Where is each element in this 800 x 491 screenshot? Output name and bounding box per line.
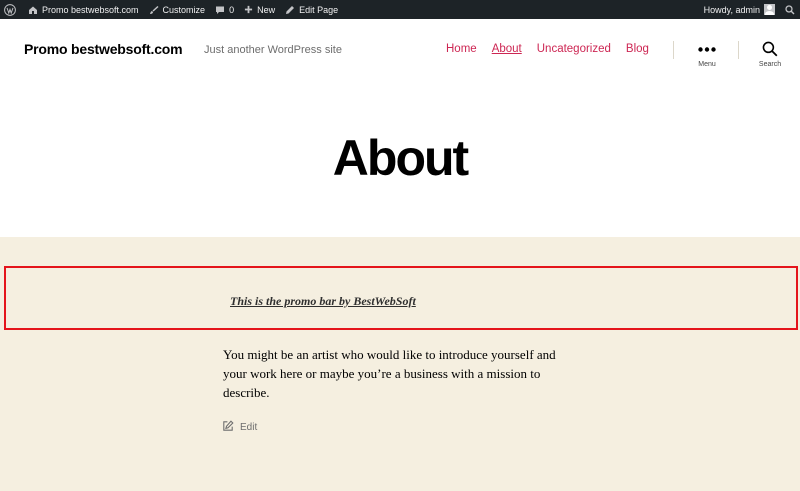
comments-count: 0 [229, 4, 235, 15]
primary-nav: Home About Uncategorized Blog [446, 43, 664, 55]
site-header: Promo bestwebsoft.com Just another WordP… [0, 19, 800, 237]
menu-label: Menu [698, 61, 716, 68]
comment-icon [215, 5, 225, 15]
my-account-link[interactable]: Howdy, admin [699, 0, 780, 19]
home-icon [28, 5, 38, 15]
edit-page-label: Edit Page [299, 4, 339, 15]
page-title: About [332, 130, 469, 186]
ellipsis-icon [698, 41, 716, 57]
header-divider [738, 41, 739, 59]
header-divider [673, 41, 674, 59]
new-label: New [257, 4, 276, 15]
promo-link[interactable]: This is the promo bar by BestWebSoft [230, 294, 416, 309]
edit-label: Edit [240, 422, 258, 433]
wordpress-menu[interactable] [0, 0, 23, 19]
pencil-icon [285, 5, 295, 15]
site-description: Just another WordPress site [204, 44, 342, 56]
plus-icon [244, 5, 253, 14]
customize-label: Customize [162, 4, 206, 15]
menu-toggle[interactable]: Menu [694, 41, 720, 68]
nav-blog[interactable]: Blog [626, 43, 649, 55]
howdy-label: Howdy, admin [703, 4, 760, 15]
nav-about[interactable]: About [492, 43, 522, 55]
site-name-label: Promo bestwebsoft.com [42, 4, 139, 15]
nav-uncategorized[interactable]: Uncategorized [537, 43, 611, 55]
new-content-link[interactable]: New [239, 0, 280, 19]
search-label: Search [758, 61, 782, 68]
promo-bar: This is the promo bar by BestWebSoft [4, 266, 798, 330]
avatar [764, 4, 775, 15]
edit-page-link[interactable]: Edit Page [280, 0, 343, 19]
admin-search-button[interactable] [780, 0, 800, 19]
search-icon [785, 4, 795, 15]
search-icon [762, 41, 778, 57]
site-title[interactable]: Promo bestwebsoft.com [24, 41, 183, 57]
comments-link[interactable]: 0 [210, 0, 239, 19]
customize-link[interactable]: Customize [144, 0, 211, 19]
search-toggle[interactable]: Search [756, 41, 784, 68]
nav-home[interactable]: Home [446, 43, 477, 55]
page-content-paragraph: You might be an artist who would like to… [223, 347, 556, 400]
brush-icon [149, 5, 159, 15]
wordpress-icon [4, 3, 16, 16]
edit-post-link[interactable]: Edit [222, 420, 257, 435]
site-name-link[interactable]: Promo bestwebsoft.com [23, 0, 144, 19]
admin-bar: Promo bestwebsoft.com Customize 0 New Ed… [0, 0, 800, 19]
edit-icon [222, 420, 234, 435]
